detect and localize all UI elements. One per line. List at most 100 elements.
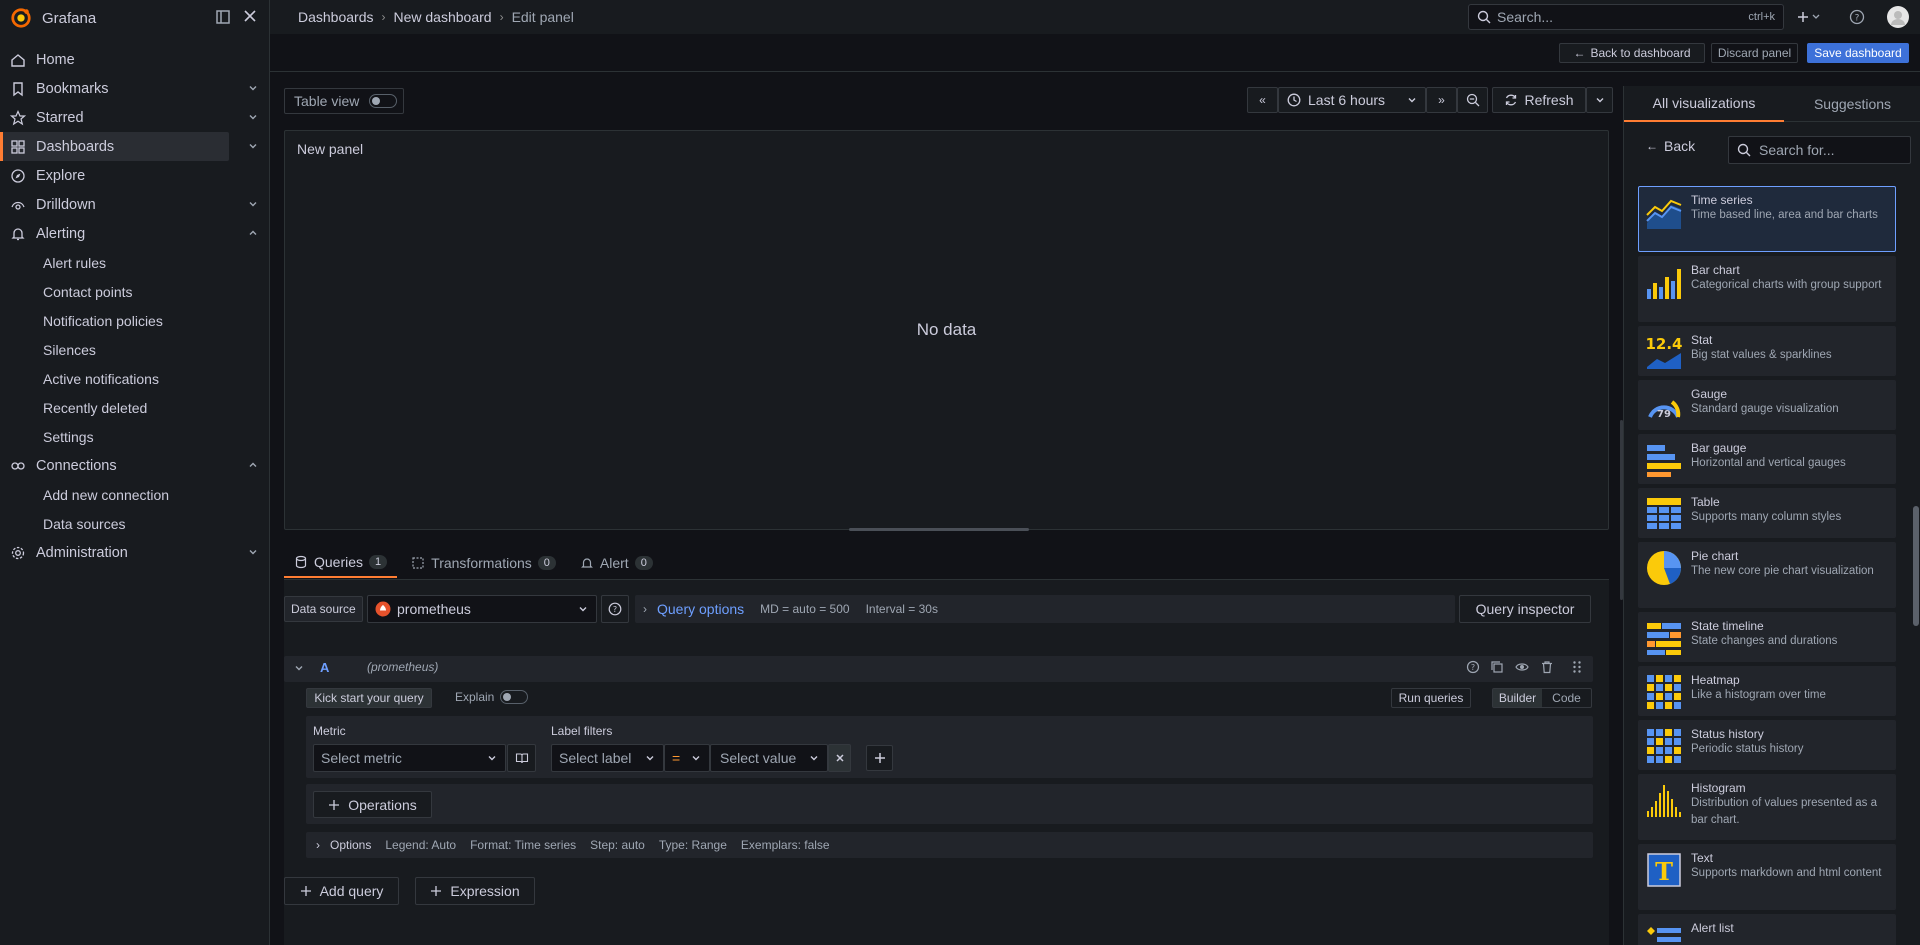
back-to-dashboard-button[interactable]: ← Back to dashboard bbox=[1559, 43, 1705, 63]
viz-card-histogram[interactable]: Histogram Distribution of values presente… bbox=[1638, 774, 1896, 840]
viz-card-state-timeline[interactable]: State timeline State changes and duration… bbox=[1638, 612, 1896, 662]
avatar[interactable] bbox=[1887, 6, 1909, 28]
viz-card-pie-chart[interactable]: Pie chart The new core pie chart visualiz… bbox=[1638, 542, 1896, 608]
run-queries-button[interactable]: Run queries bbox=[1391, 688, 1471, 708]
chevron-down-icon[interactable] bbox=[294, 661, 304, 675]
viz-card-alert-list[interactable]: Alert list bbox=[1638, 914, 1896, 945]
option-format: Format: Time series bbox=[470, 838, 577, 852]
metrics-explorer-button[interactable] bbox=[507, 744, 536, 772]
zoom-out-button[interactable] bbox=[1457, 87, 1488, 113]
panel-preview[interactable]: New panel No data bbox=[284, 130, 1609, 530]
datasource-picker[interactable]: prometheus bbox=[367, 595, 597, 623]
nav-data-sources[interactable]: Data sources bbox=[0, 509, 270, 538]
nav-alerting-settings[interactable]: Settings bbox=[0, 422, 270, 451]
nav-home[interactable]: Home bbox=[0, 45, 270, 74]
nav-dashboards[interactable]: Dashboards bbox=[0, 132, 229, 161]
add-filter-button[interactable] bbox=[866, 745, 893, 771]
nav-explore[interactable]: Explore bbox=[0, 161, 270, 190]
viz-back-button[interactable]: ← Back bbox=[1646, 138, 1695, 154]
save-dashboard-button[interactable]: Save dashboard bbox=[1807, 43, 1909, 63]
viz-card-time-series[interactable]: Time series Time based line, area and bar… bbox=[1638, 186, 1896, 252]
dock-menu-icon[interactable] bbox=[215, 9, 231, 25]
discard-panel-button[interactable]: Discard panel bbox=[1711, 43, 1798, 63]
add-expression-button[interactable]: Expression bbox=[415, 877, 535, 905]
code-mode-option[interactable]: Code bbox=[1542, 689, 1591, 707]
close-menu-icon[interactable] bbox=[243, 9, 257, 23]
add-query-button[interactable]: Add query bbox=[284, 877, 399, 905]
tab-all-visualizations[interactable]: All visualizations bbox=[1624, 86, 1784, 122]
time-forward-button[interactable]: » bbox=[1426, 87, 1457, 113]
datasource-help-button[interactable]: ? bbox=[601, 595, 629, 623]
breadcrumb-dashboards[interactable]: Dashboards bbox=[298, 9, 374, 25]
eye-icon[interactable] bbox=[1515, 660, 1529, 674]
query-inspector-button[interactable]: Query inspector bbox=[1459, 595, 1591, 623]
chevron-right-icon: › bbox=[499, 10, 504, 24]
label-select[interactable]: Select label bbox=[551, 744, 664, 772]
tab-suggestions[interactable]: Suggestions bbox=[1784, 86, 1920, 122]
kick-start-button[interactable]: Kick start your query bbox=[306, 688, 432, 708]
nav-administration[interactable]: Administration bbox=[0, 538, 270, 567]
viz-card-table[interactable]: Table Supports many column styles bbox=[1638, 488, 1896, 538]
viz-card-bar-gauge[interactable]: Bar gauge Horizontal and vertical gauges bbox=[1638, 434, 1896, 484]
viz-card-text[interactable]: T Text Supports markdown and html content bbox=[1638, 844, 1896, 910]
query-options-bar[interactable]: › Query options MD = auto = 500 Interval… bbox=[635, 595, 1455, 623]
chevron-up-icon[interactable] bbox=[248, 460, 258, 470]
top-search[interactable]: Search... ctrl+k bbox=[1468, 4, 1784, 30]
table-view-toggle[interactable]: Table view bbox=[284, 88, 404, 114]
drag-handle-icon[interactable] bbox=[1572, 660, 1582, 674]
toggle-switch[interactable] bbox=[369, 94, 398, 108]
query-ref-id[interactable]: A bbox=[320, 660, 329, 675]
time-picker[interactable]: Last 6 hours bbox=[1278, 87, 1426, 113]
builder-mode-option[interactable]: Builder bbox=[1493, 689, 1542, 707]
refresh-interval-dropdown[interactable] bbox=[1586, 87, 1613, 113]
duplicate-icon[interactable] bbox=[1490, 660, 1504, 674]
query-row-header[interactable] bbox=[284, 656, 1593, 682]
nav-active-notifications[interactable]: Active notifications bbox=[0, 364, 270, 393]
value-select[interactable]: Select value bbox=[710, 744, 828, 772]
viz-card-status-history[interactable]: Status history Periodic status history bbox=[1638, 720, 1896, 770]
viz-search-input[interactable]: Search for... bbox=[1728, 136, 1911, 164]
tab-transformations[interactable]: Transformations 0 bbox=[401, 548, 566, 578]
nav-contact-points[interactable]: Contact points bbox=[0, 277, 270, 306]
nav-alerting[interactable]: Alerting bbox=[0, 219, 270, 248]
help-icon[interactable]: ? bbox=[1849, 9, 1865, 25]
query-options-row[interactable]: › Options Legend: Auto Format: Time seri… bbox=[306, 832, 1593, 858]
nav-connections[interactable]: Connections bbox=[0, 451, 270, 480]
nav-alert-rules[interactable]: Alert rules bbox=[0, 248, 270, 277]
chevron-down-icon[interactable] bbox=[248, 141, 258, 151]
chevron-up-icon[interactable] bbox=[248, 228, 258, 238]
nav-add-new-connection[interactable]: Add new connection bbox=[0, 480, 270, 509]
nav-notification-policies[interactable]: Notification policies bbox=[0, 306, 270, 335]
new-plus-icon[interactable] bbox=[1793, 8, 1827, 26]
viz-card-heatmap[interactable]: Heatmap Like a histogram over time bbox=[1638, 666, 1896, 716]
brand[interactable]: Grafana bbox=[10, 7, 96, 29]
metric-select[interactable]: Select metric bbox=[313, 744, 506, 772]
tab-alert[interactable]: Alert 0 bbox=[570, 548, 663, 578]
viz-card-stat[interactable]: 12.4 Stat Big stat values & sparklines bbox=[1638, 326, 1896, 376]
chevron-down-icon[interactable] bbox=[248, 83, 258, 93]
chevron-down-icon[interactable] bbox=[248, 547, 258, 557]
operations-button[interactable]: Operations bbox=[313, 791, 432, 818]
viz-card-bar-chart[interactable]: Bar chart Categorical charts with group s… bbox=[1638, 256, 1896, 322]
nav-silences[interactable]: Silences bbox=[0, 335, 270, 364]
refresh-button[interactable]: Refresh bbox=[1492, 87, 1586, 113]
help-icon[interactable]: ? bbox=[1466, 660, 1480, 674]
chevron-down-icon[interactable] bbox=[248, 112, 258, 122]
chevron-down-icon[interactable] bbox=[248, 199, 258, 209]
operator-select[interactable]: = bbox=[664, 744, 710, 772]
search-icon bbox=[1477, 10, 1491, 24]
trash-icon[interactable] bbox=[1540, 660, 1554, 674]
time-back-button[interactable]: « bbox=[1247, 87, 1278, 113]
panel-resize-handle[interactable] bbox=[849, 528, 1029, 531]
viz-list-scrollbar[interactable] bbox=[1913, 506, 1919, 626]
nav-drilldown[interactable]: Drilldown bbox=[0, 190, 270, 219]
remove-filter-button[interactable] bbox=[828, 744, 851, 772]
breadcrumb-new-dashboard[interactable]: New dashboard bbox=[394, 9, 492, 25]
nav-bookmarks[interactable]: Bookmarks bbox=[0, 74, 270, 103]
viz-card-gauge[interactable]: 79 Gauge Standard gauge visualization bbox=[1638, 380, 1896, 430]
tab-queries[interactable]: Queries 1 bbox=[284, 548, 398, 578]
nav-starred[interactable]: Starred bbox=[0, 103, 270, 132]
nav-recently-deleted[interactable]: Recently deleted bbox=[0, 393, 270, 422]
text-icon: T bbox=[1645, 851, 1683, 889]
explain-toggle[interactable] bbox=[500, 690, 528, 704]
